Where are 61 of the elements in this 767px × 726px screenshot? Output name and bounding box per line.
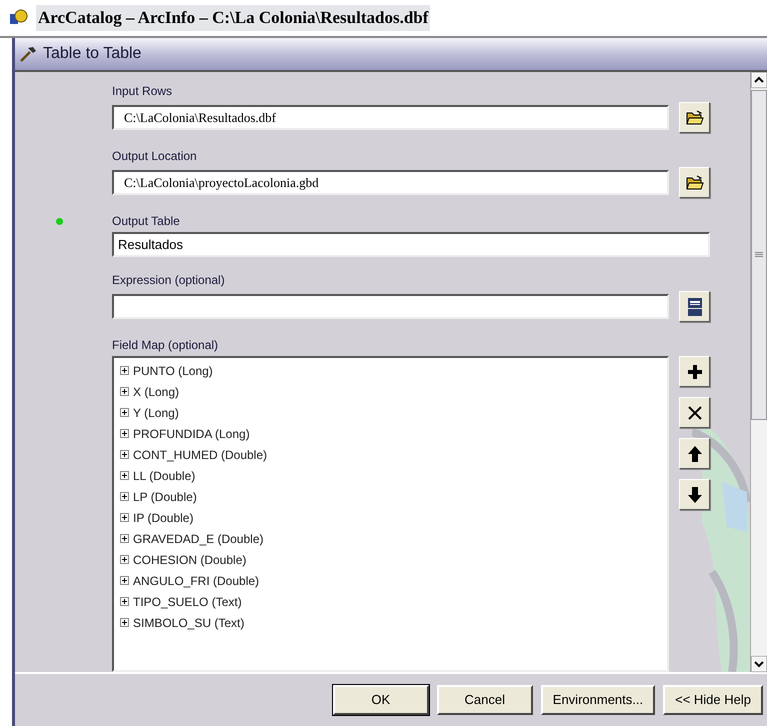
field-label: Expression (optional) bbox=[112, 272, 226, 289]
expand-icon[interactable] bbox=[120, 408, 129, 417]
window-title: ArcCatalog – ArcInfo – C:\La Colonia\Resultados.dbf bbox=[36, 5, 430, 31]
expand-icon[interactable] bbox=[120, 555, 129, 564]
list-tool-button[interactable] bbox=[679, 438, 710, 469]
dialog-title: Table to Table bbox=[43, 44, 142, 64]
scroll-up-icon[interactable] bbox=[751, 72, 767, 88]
list-tool-button[interactable] bbox=[679, 397, 710, 428]
tree-item[interactable]: CONT_HUMED (Double) bbox=[120, 444, 667, 465]
field-label: Output Table bbox=[112, 213, 181, 230]
field-label: Field Map (optional) bbox=[112, 337, 220, 354]
text-field[interactable]: Resultados bbox=[112, 232, 710, 257]
field-label: Input Rows bbox=[112, 83, 174, 100]
tree-item[interactable]: Y (Long) bbox=[120, 402, 667, 423]
text-field[interactable]: C:\LaColonia\proyectoLacolonia.gbd bbox=[112, 170, 669, 195]
sql-icon bbox=[686, 296, 704, 316]
expand-icon[interactable] bbox=[120, 429, 129, 438]
expand-icon[interactable] bbox=[120, 471, 129, 480]
hammer-icon bbox=[19, 45, 37, 63]
tree-item[interactable]: GRAVEDAD_E (Double) bbox=[120, 528, 667, 549]
list-tool-button[interactable] bbox=[679, 356, 710, 387]
expand-icon[interactable] bbox=[120, 576, 129, 585]
tree-item[interactable]: TIPO_SUELO (Text) bbox=[120, 591, 667, 612]
folder-icon bbox=[686, 110, 704, 126]
tree-item[interactable]: LP (Double) bbox=[120, 486, 667, 507]
browse-button[interactable] bbox=[679, 167, 710, 198]
scroll-down-icon[interactable] bbox=[751, 656, 767, 672]
expand-icon[interactable] bbox=[120, 492, 129, 501]
folder-icon bbox=[686, 174, 704, 190]
text-field[interactable] bbox=[112, 294, 669, 319]
tree-item[interactable]: X (Long) bbox=[120, 381, 667, 402]
sql-button[interactable] bbox=[679, 291, 710, 322]
expand-icon[interactable] bbox=[120, 366, 129, 375]
expand-icon[interactable] bbox=[120, 450, 129, 459]
dialog-button[interactable]: Environments... bbox=[540, 685, 656, 715]
tree-item[interactable]: PUNTO (Long) bbox=[120, 360, 667, 381]
dialog-button[interactable]: Cancel bbox=[436, 685, 533, 715]
dialog-button[interactable]: << Hide Help bbox=[663, 685, 763, 715]
tree-item[interactable]: COHESION (Double) bbox=[120, 549, 667, 570]
field-label: Output Location bbox=[112, 148, 198, 165]
arrow-up-icon bbox=[686, 444, 704, 462]
grip-icon bbox=[755, 252, 763, 258]
close-icon bbox=[686, 404, 704, 422]
scroll-thumb[interactable] bbox=[751, 90, 767, 420]
list-tool-button[interactable] bbox=[679, 479, 710, 510]
tree-item[interactable]: LL (Double) bbox=[120, 465, 667, 486]
expand-icon[interactable] bbox=[120, 534, 129, 543]
expand-icon[interactable] bbox=[120, 387, 129, 396]
tree-item[interactable]: SIMBOLO_SU (Text) bbox=[120, 612, 667, 633]
browse-button[interactable] bbox=[679, 102, 710, 133]
expand-icon[interactable] bbox=[120, 618, 129, 627]
arrow-down-icon bbox=[686, 486, 704, 504]
tree-item[interactable]: IP (Double) bbox=[120, 507, 667, 528]
tree-item[interactable]: PROFUNDIDA (Long) bbox=[120, 423, 667, 444]
text-field[interactable]: C:\LaColonia\Resultados.dbf bbox=[112, 105, 669, 130]
tree-item[interactable]: ANGULO_FRI (Double) bbox=[120, 570, 667, 591]
scrollbar[interactable] bbox=[750, 72, 767, 672]
expand-icon[interactable] bbox=[120, 513, 129, 522]
expand-icon[interactable] bbox=[120, 597, 129, 606]
dialog-button[interactable]: OK bbox=[332, 685, 429, 715]
plus-icon bbox=[686, 362, 704, 380]
